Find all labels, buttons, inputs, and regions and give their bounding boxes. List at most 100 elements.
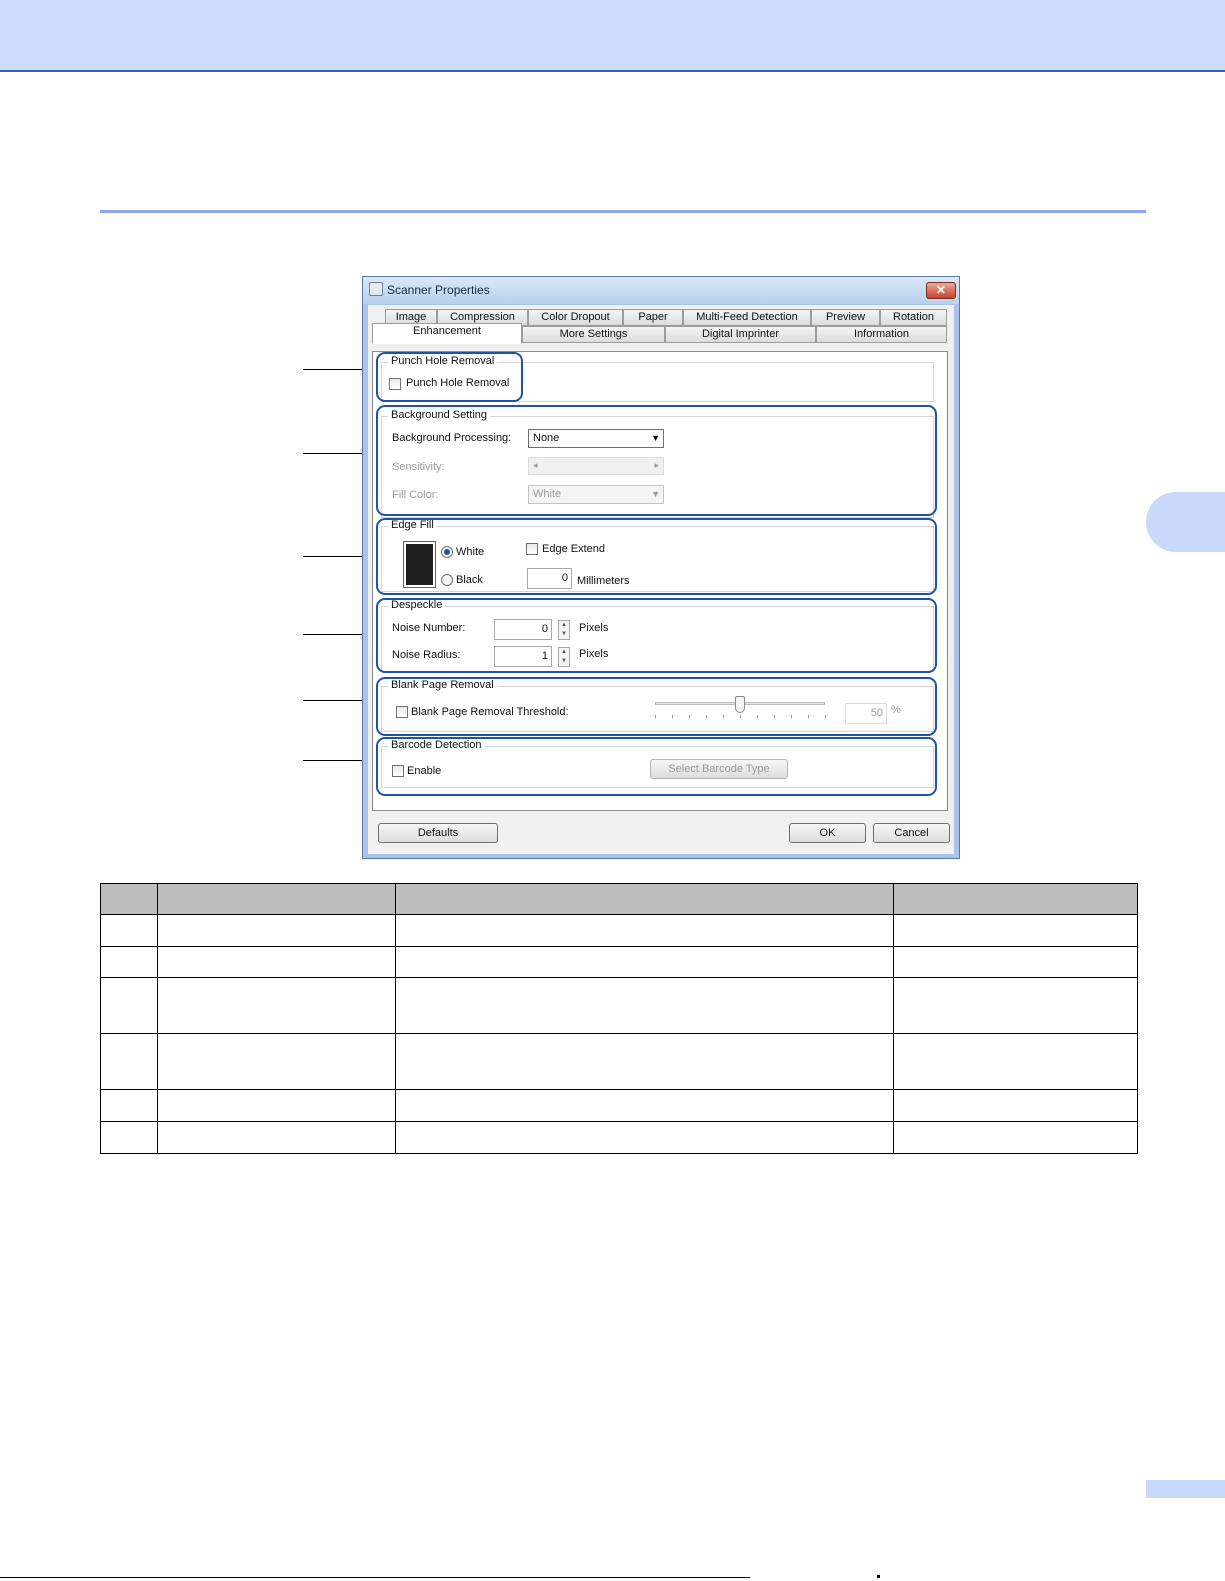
millimeters-input[interactable]: 0	[527, 568, 572, 589]
table-row	[100, 1121, 1138, 1154]
tab-color-dropout[interactable]: Color Dropout	[528, 309, 623, 326]
table-cell	[394, 977, 895, 1034]
ok-button[interactable]: OK	[789, 823, 866, 843]
background-processing-value: None	[533, 432, 560, 444]
blank-page-checkbox[interactable]	[396, 706, 408, 718]
table-cell	[156, 1121, 396, 1154]
sensitivity-scrollbar[interactable]: ◂ ▸	[528, 457, 664, 475]
select-barcode-type-button[interactable]: Select Barcode Type	[650, 759, 788, 779]
dialog-titlebar[interactable]: Scanner Properties ✕	[363, 277, 959, 304]
barcode-group-title: Barcode Detection	[388, 739, 485, 751]
punch-hole-checkbox-label: Punch Hole Removal	[406, 377, 510, 389]
enhancement-panel: Punch Hole Removal Punch Hole Removal Ba…	[372, 351, 948, 811]
table-cell	[156, 977, 396, 1034]
slider-tick	[723, 715, 724, 718]
blank-page-group-title: Blank Page Removal	[388, 679, 497, 691]
cancel-button[interactable]: Cancel	[873, 823, 950, 843]
noise-number-input[interactable]: 0	[494, 619, 552, 640]
tab-multi-feed-detection[interactable]: Multi-Feed Detection	[683, 309, 811, 326]
table-row	[100, 946, 1138, 978]
table-row	[100, 914, 1138, 947]
table-cell	[893, 1033, 1138, 1090]
blank-page-slider[interactable]	[655, 696, 826, 720]
edge-extend-label: Edge Extend	[542, 543, 605, 555]
table-cell	[156, 1089, 396, 1122]
tab-preview[interactable]: Preview	[811, 309, 880, 326]
table-cell	[100, 946, 158, 978]
slider-tick	[689, 715, 690, 718]
punch-hole-group-title: Punch Hole Removal	[388, 355, 498, 367]
edge-fill-group: Edge Fill White Black Edge Extend 0 Mill…	[381, 519, 934, 592]
table-cell	[156, 946, 396, 978]
footer-rule	[0, 1577, 750, 1578]
table-row	[100, 977, 1138, 1034]
page-header-band	[0, 0, 1225, 72]
sensitivity-label: Sensitivity:	[392, 461, 445, 473]
slider-thumb[interactable]	[735, 696, 745, 713]
slider-tick	[774, 715, 775, 718]
close-icon: ✕	[935, 283, 947, 297]
scanner-icon	[369, 282, 383, 296]
close-button[interactable]: ✕	[926, 282, 956, 299]
background-processing-label: Background Processing:	[392, 432, 512, 444]
slider-tick	[791, 715, 792, 718]
table-header-cell	[394, 883, 895, 915]
table-cell	[893, 1089, 1138, 1122]
table-cell	[100, 1089, 158, 1122]
table-cell	[893, 977, 1138, 1034]
dialog-client-area: Image Compression Color Dropout Paper Mu…	[368, 305, 954, 854]
table-header-cell	[893, 883, 1138, 915]
scanner-properties-dialog: Scanner Properties ✕ Image Compression C…	[362, 276, 960, 859]
dropdown-arrow-icon: ▼	[651, 489, 660, 499]
noise-number-spinner[interactable]: ▲ ▼	[558, 620, 570, 640]
tab-digital-imprinter[interactable]: Digital Imprinter	[665, 326, 816, 343]
background-processing-select[interactable]: None ▼	[528, 429, 664, 448]
edge-fill-black-radio[interactable]	[441, 574, 453, 586]
edge-fill-white-radio[interactable]	[441, 546, 453, 558]
barcode-enable-checkbox[interactable]	[392, 765, 404, 777]
table-cell	[394, 946, 895, 978]
punch-hole-group: Punch Hole Removal Punch Hole Removal	[381, 355, 934, 402]
chapter-side-tab	[1146, 492, 1225, 552]
background-group-title: Background Setting	[388, 409, 491, 421]
table-cell	[100, 1033, 158, 1090]
table-cell	[893, 1121, 1138, 1154]
fill-color-label: Fill Color:	[392, 489, 439, 501]
slider-tick	[808, 715, 809, 718]
table-cell	[100, 977, 158, 1034]
tab-rotation[interactable]: Rotation	[880, 309, 947, 326]
slider-tick	[672, 715, 673, 718]
dialog-title: Scanner Properties	[387, 283, 490, 297]
fill-color-value: White	[533, 488, 562, 500]
noise-radius-label: Noise Radius:	[392, 649, 461, 661]
table-cell	[893, 914, 1138, 947]
defaults-button[interactable]: Defaults	[378, 823, 498, 843]
reference-table	[100, 883, 1138, 1154]
fill-color-select[interactable]: White ▼	[528, 485, 664, 504]
slider-tick	[706, 715, 707, 718]
tab-paper[interactable]: Paper	[623, 309, 683, 326]
punch-hole-checkbox[interactable]	[389, 378, 401, 390]
edge-fill-black-label: Black	[456, 574, 483, 586]
noise-radius-spinner[interactable]: ▲ ▼	[558, 647, 570, 667]
edge-fill-white-label: White	[456, 546, 485, 558]
table-cell	[100, 914, 158, 947]
scroll-right-icon: ▸	[654, 460, 659, 470]
footer-mark	[877, 1575, 880, 1578]
tab-information[interactable]: Information	[816, 326, 947, 343]
despeckle-group: Despeckle Noise Number: 0 ▲ ▼ Pixels Nois…	[381, 599, 934, 672]
threshold-unit: %	[891, 704, 901, 716]
noise-radius-unit: Pixels	[579, 648, 609, 660]
tab-more-settings[interactable]: More Settings	[522, 326, 665, 343]
threshold-input[interactable]: 50	[845, 703, 887, 724]
barcode-group: Barcode Detection Enable Select Barcode …	[381, 739, 934, 788]
table-cell	[394, 1121, 895, 1154]
edge-extend-checkbox[interactable]	[526, 543, 538, 555]
table-cell	[100, 1121, 158, 1154]
table-header-row	[100, 883, 1138, 915]
noise-radius-input[interactable]: 1	[494, 646, 552, 667]
noise-number-label: Noise Number:	[392, 622, 466, 634]
table-cell	[394, 1089, 895, 1122]
millimeters-label: Millimeters	[577, 575, 630, 587]
tab-enhancement[interactable]: Enhancement	[372, 323, 522, 344]
